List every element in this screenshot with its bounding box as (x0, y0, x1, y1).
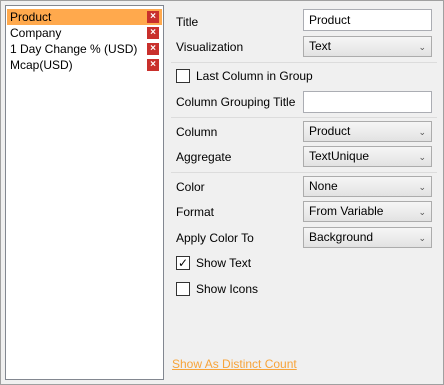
apply-color-label: Apply Color To (176, 231, 254, 245)
format-value: From Variable (309, 204, 384, 218)
show-icons-row[interactable]: Show Icons (176, 281, 258, 297)
visualization-label: Visualization (176, 40, 244, 54)
grouping-title-label: Column Grouping Title (176, 95, 296, 109)
column-list-item-company[interactable]: Company × (7, 25, 162, 41)
chevron-down-icon: ⌄ (418, 152, 426, 162)
show-icons-checkbox[interactable] (176, 282, 190, 296)
remove-column-icon[interactable]: × (147, 43, 159, 55)
column-list-item-mcap[interactable]: Mcap(USD) × (7, 57, 162, 73)
divider (171, 172, 437, 173)
grouping-title-input[interactable] (303, 91, 432, 113)
column-list-item-product[interactable]: Product × (7, 9, 162, 25)
remove-column-icon[interactable]: × (147, 59, 159, 71)
color-label: Color (176, 180, 205, 194)
column-item-label: Company (10, 26, 62, 40)
title-input[interactable]: Product (303, 9, 432, 31)
column-list-item-1day-change[interactable]: 1 Day Change % (USD) × (7, 41, 162, 57)
chevron-down-icon: ⌄ (418, 182, 426, 192)
column-dropdown[interactable]: Product ⌄ (303, 121, 432, 142)
apply-color-value: Background (309, 230, 374, 244)
remove-column-icon[interactable]: × (147, 11, 159, 23)
column-value: Product (309, 124, 351, 138)
remove-column-icon[interactable]: × (147, 27, 159, 39)
aggregate-value: TextUnique (309, 149, 370, 163)
format-dropdown[interactable]: From Variable ⌄ (303, 201, 432, 222)
color-dropdown[interactable]: None ⌄ (303, 176, 432, 197)
divider (171, 62, 437, 63)
color-value: None (309, 179, 338, 193)
column-label: Column (176, 125, 218, 139)
visualization-value: Text (309, 39, 332, 53)
last-column-label: Last Column in Group (196, 69, 313, 83)
chevron-down-icon: ⌄ (418, 127, 426, 137)
divider (171, 117, 437, 118)
show-text-label: Show Text (196, 256, 252, 270)
show-as-distinct-count-link[interactable]: Show As Distinct Count (172, 357, 297, 371)
title-label: Title (176, 15, 199, 29)
show-text-checkbox[interactable]: ✓ (176, 256, 190, 270)
show-text-row[interactable]: ✓ Show Text (176, 255, 251, 271)
chevron-down-icon: ⌄ (418, 42, 426, 52)
format-label: Format (176, 205, 215, 219)
last-column-checkbox[interactable] (176, 69, 190, 83)
column-settings-panel: Product × Company × 1 Day Change % (USD)… (0, 0, 444, 385)
column-list[interactable]: Product × Company × 1 Day Change % (USD)… (5, 5, 164, 380)
chevron-down-icon: ⌄ (418, 207, 426, 217)
show-icons-label: Show Icons (196, 282, 259, 296)
column-item-label: Mcap(USD) (10, 58, 73, 72)
column-item-label: Product (10, 10, 52, 24)
apply-color-dropdown[interactable]: Background ⌄ (303, 227, 432, 248)
chevron-down-icon: ⌄ (418, 233, 426, 243)
visualization-dropdown[interactable]: Text ⌄ (303, 36, 432, 57)
column-item-label: 1 Day Change % (USD) (10, 42, 138, 56)
aggregate-label: Aggregate (176, 150, 232, 164)
aggregate-dropdown[interactable]: TextUnique ⌄ (303, 146, 432, 167)
last-column-in-group-row[interactable]: Last Column in Group (176, 68, 313, 84)
